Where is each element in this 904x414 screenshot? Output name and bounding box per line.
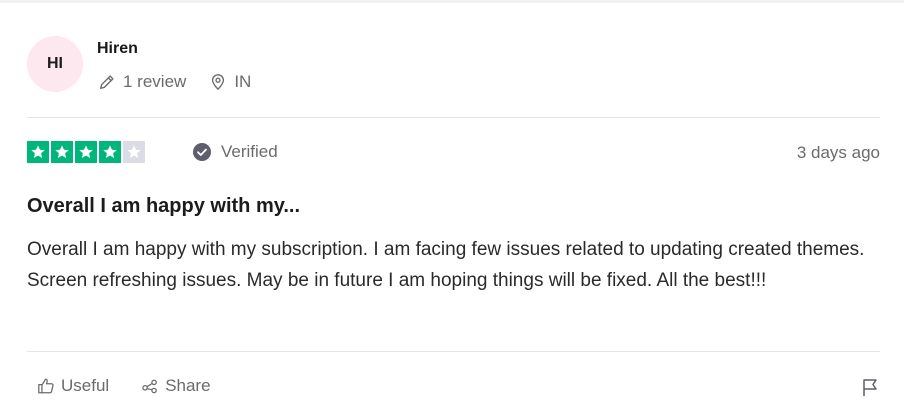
avatar[interactable]: HI xyxy=(27,36,83,92)
verified-check-icon xyxy=(192,142,212,162)
verified-label: Verified xyxy=(221,142,278,161)
star-icon xyxy=(123,141,145,163)
share-label: Share xyxy=(165,376,211,395)
review-title[interactable]: Overall I am happy with my... xyxy=(27,195,300,218)
header-divider xyxy=(27,117,880,118)
share-icon xyxy=(141,377,159,395)
review-date: 3 days ago xyxy=(796,143,880,162)
share-button[interactable]: Share xyxy=(141,376,211,396)
pencil-icon xyxy=(97,72,117,92)
useful-button[interactable]: Useful xyxy=(37,376,109,396)
verified-badge[interactable]: Verified xyxy=(192,142,278,162)
star-icon xyxy=(99,141,121,163)
footer-divider xyxy=(27,351,880,352)
star-icon xyxy=(75,141,97,163)
reviewer-meta: 1 review IN xyxy=(97,72,251,92)
review-body: Overall I am happy with my subscription.… xyxy=(27,239,865,291)
flag-icon[interactable] xyxy=(860,377,880,397)
location-pin-icon xyxy=(208,72,228,92)
reviewer-country: IN xyxy=(234,72,252,91)
useful-label: Useful xyxy=(61,376,110,395)
star-rating xyxy=(27,141,145,163)
reviewer-name[interactable]: Hiren xyxy=(97,40,138,58)
review-actions: Useful Share xyxy=(37,376,211,396)
star-icon xyxy=(27,141,49,163)
review-card: HI Hiren 1 review IN Verified 3 days ago… xyxy=(27,0,880,414)
star-icon xyxy=(51,141,73,163)
thumbs-up-icon xyxy=(37,377,55,395)
review-count: 1 review xyxy=(123,72,187,91)
